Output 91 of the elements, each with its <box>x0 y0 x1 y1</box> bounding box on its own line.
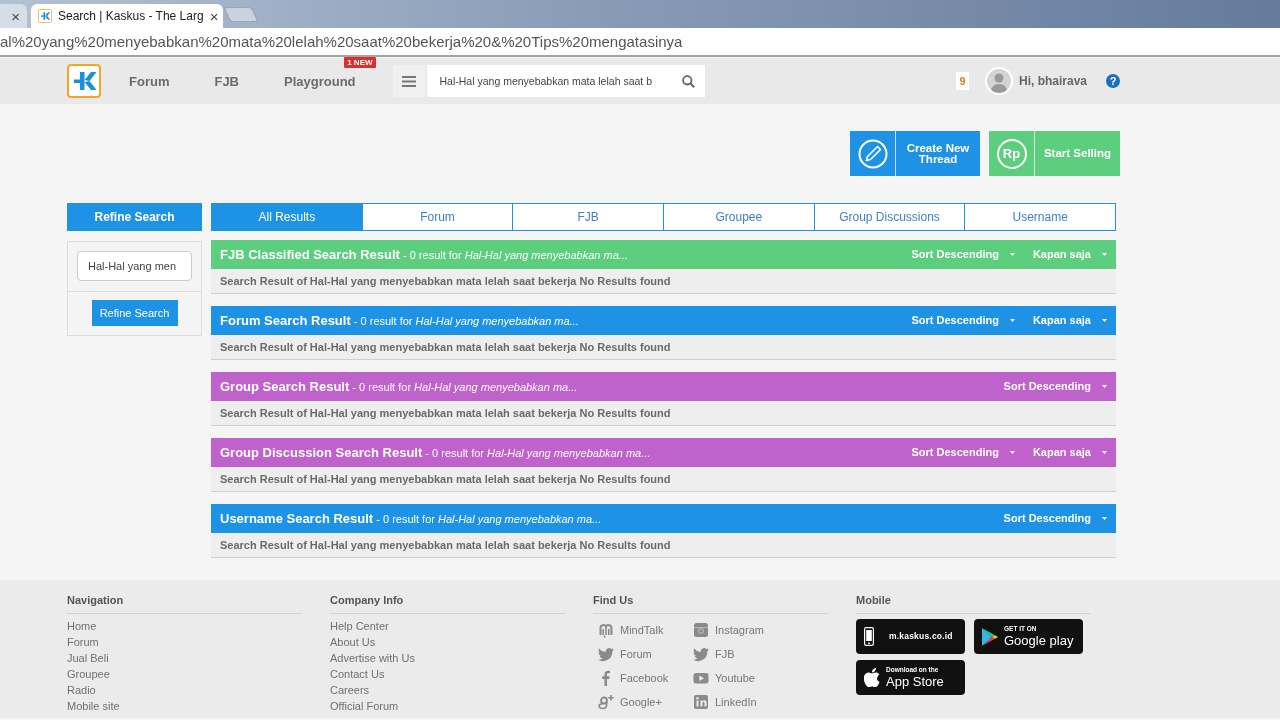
caret-icon <box>1102 385 1107 388</box>
footer-link[interactable]: Forum <box>67 634 302 650</box>
in-logo-icon <box>693 694 709 710</box>
footer-heading: Mobile <box>856 594 1091 614</box>
caret-icon <box>1102 319 1107 322</box>
footer-link[interactable]: Contact Us <box>330 666 565 682</box>
create-thread-button[interactable]: Create New Thread <box>850 131 980 176</box>
g-plus-icon <box>598 694 614 710</box>
footer-link[interactable]: Jual Beli <box>67 650 302 666</box>
social-link[interactable]: Facebook <box>598 666 693 690</box>
nav-link[interactable]: FJB <box>214 74 239 89</box>
address-bar[interactable]: al%20yang%20menyebabkan%20mata%20lelah%20saat%20bekerja%20&%20Tips%20mengatasinya <box>0 28 1280 57</box>
caret-icon <box>1102 451 1107 454</box>
footer-link[interactable]: Radio <box>67 682 302 698</box>
search-icon <box>682 74 696 88</box>
k-logo-icon[interactable] <box>67 64 101 98</box>
result-tab[interactable]: Forum <box>361 203 514 231</box>
help-button[interactable]: ? <box>1106 74 1120 88</box>
notification-count[interactable]: 9 <box>955 72 969 90</box>
panel-title: Refine Search <box>67 203 202 231</box>
footer-link[interactable]: Home <box>67 618 302 634</box>
nav-link[interactable]: Forum <box>129 74 170 89</box>
no-results-message: Search Result of Hal-Hal yang menyebabkan mata lelah saat bekerja No Results found <box>211 269 1116 294</box>
social-link[interactable]: Youtube <box>693 666 788 690</box>
apple-icon <box>864 668 880 687</box>
mobile-site-badge[interactable]: m.kaskus.co.id <box>856 619 965 654</box>
caret-icon <box>1009 253 1015 256</box>
result-tab[interactable]: Username <box>964 203 1117 231</box>
browser-tab[interactable]: Search | Kaskus - The Larg × <box>31 4 223 28</box>
social-link[interactable]: Instagram <box>693 618 788 642</box>
new-badge: 1 NEW <box>344 57 376 68</box>
refine-search-button[interactable]: Refine Search <box>91 300 178 326</box>
camera-icon <box>693 622 709 638</box>
caret-icon <box>1009 451 1015 454</box>
play-button-icon <box>693 670 709 686</box>
footer-heading: Company Info <box>330 594 565 614</box>
social-link[interactable]: Google+ <box>598 690 693 714</box>
sort-dropdown[interactable]: Sort Descending <box>911 312 1015 329</box>
footer-heading: Find Us <box>593 594 828 614</box>
no-results-message: Search Result of Hal-Hal yang menyebabkan mata lelah saat bekerja No Results found <box>211 335 1116 360</box>
no-results-message: Search Result of Hal-Hal yang menyebabkan mata lelah saat bekerja No Results found <box>211 401 1116 426</box>
footer-link[interactable]: Mobile site <box>67 698 302 714</box>
footer-link[interactable]: Groupee <box>67 666 302 682</box>
result-tab[interactable]: Group Discussions <box>813 203 966 231</box>
no-results-message: Search Result of Hal-Hal yang menyebabkan mata lelah saat bekerja No Results found <box>211 467 1116 492</box>
play-triangle-icon <box>982 627 998 646</box>
bird-icon <box>598 646 614 662</box>
sort-dropdown[interactable]: Sort Descending <box>911 444 1015 461</box>
menu-icon <box>401 75 416 87</box>
close-tab-button[interactable]: × <box>11 8 20 24</box>
m-logo-icon <box>598 622 614 638</box>
footer-link[interactable]: About Us <box>330 634 565 650</box>
social-link[interactable]: LinkedIn <box>693 690 788 714</box>
no-results-message: Search Result of Hal-Hal yang menyebabkan mata lelah saat bekerja No Results found <box>211 533 1116 558</box>
sort-dropdown[interactable]: Sort Descending <box>1003 510 1107 527</box>
user-greeting[interactable]: Hi, bhairava <box>1018 72 1087 90</box>
result-tab[interactable]: FJB <box>512 203 664 231</box>
search-field[interactable]: Hal-Hal yang menyebabkan mata lelah saat b <box>426 65 673 97</box>
footer-link[interactable]: Official Forum <box>330 698 565 714</box>
result-heading: Group Search Result - 0 result for Hal-Hal yang menyebabkan ma... <box>220 377 578 396</box>
caret-icon <box>1102 517 1107 520</box>
caret-icon <box>1009 319 1015 322</box>
menu-button[interactable] <box>392 65 425 97</box>
sort-dropdown[interactable]: Sort Descending <box>1003 378 1107 395</box>
result-heading: Forum Search Result - 0 result for Hal-Hal yang menyebabkan ma... <box>220 311 579 330</box>
bird-icon <box>693 646 709 662</box>
result-tab[interactable]: All Results <box>211 203 363 231</box>
footer-link[interactable]: Advertise with Us <box>330 650 565 666</box>
footer-heading: Navigation <box>67 594 302 614</box>
social-link[interactable]: FJB <box>693 642 788 666</box>
browser-tab[interactable]: × <box>0 4 27 28</box>
social-link[interactable]: Forum <box>598 642 693 666</box>
footer-link[interactable]: Careers <box>330 682 565 698</box>
footer-link[interactable]: Help Center <box>330 618 565 634</box>
close-tab-button[interactable]: × <box>209 8 219 24</box>
social-link[interactable]: MindTalk <box>598 618 693 642</box>
currency-icon: Rp <box>996 138 1027 169</box>
result-heading: FJB Classified Search Result - 0 result for Hal-Hal yang menyebabkan ma... <box>220 245 628 264</box>
k-logo-icon <box>38 9 52 23</box>
pencil-icon <box>857 138 888 169</box>
search-button[interactable] <box>672 65 705 97</box>
result-tab[interactable]: Groupee <box>663 203 815 231</box>
date-filter-dropdown[interactable]: Kapan saja <box>1032 312 1107 329</box>
refine-input[interactable]: Hal-Hal yang men <box>77 251 192 281</box>
nav-link[interactable]: Playground <box>284 74 356 89</box>
result-heading: Username Search Result - 0 result for Hal-Hal yang menyebabkan ma... <box>220 509 602 528</box>
caret-icon <box>1102 253 1107 256</box>
phone-icon <box>864 627 874 646</box>
result-heading: Group Discussion Search Result - 0 result for Hal-Hal yang menyebabkan ma... <box>220 443 651 462</box>
user-avatar[interactable] <box>984 67 1013 95</box>
date-filter-dropdown[interactable]: Kapan saja <box>1032 444 1107 461</box>
